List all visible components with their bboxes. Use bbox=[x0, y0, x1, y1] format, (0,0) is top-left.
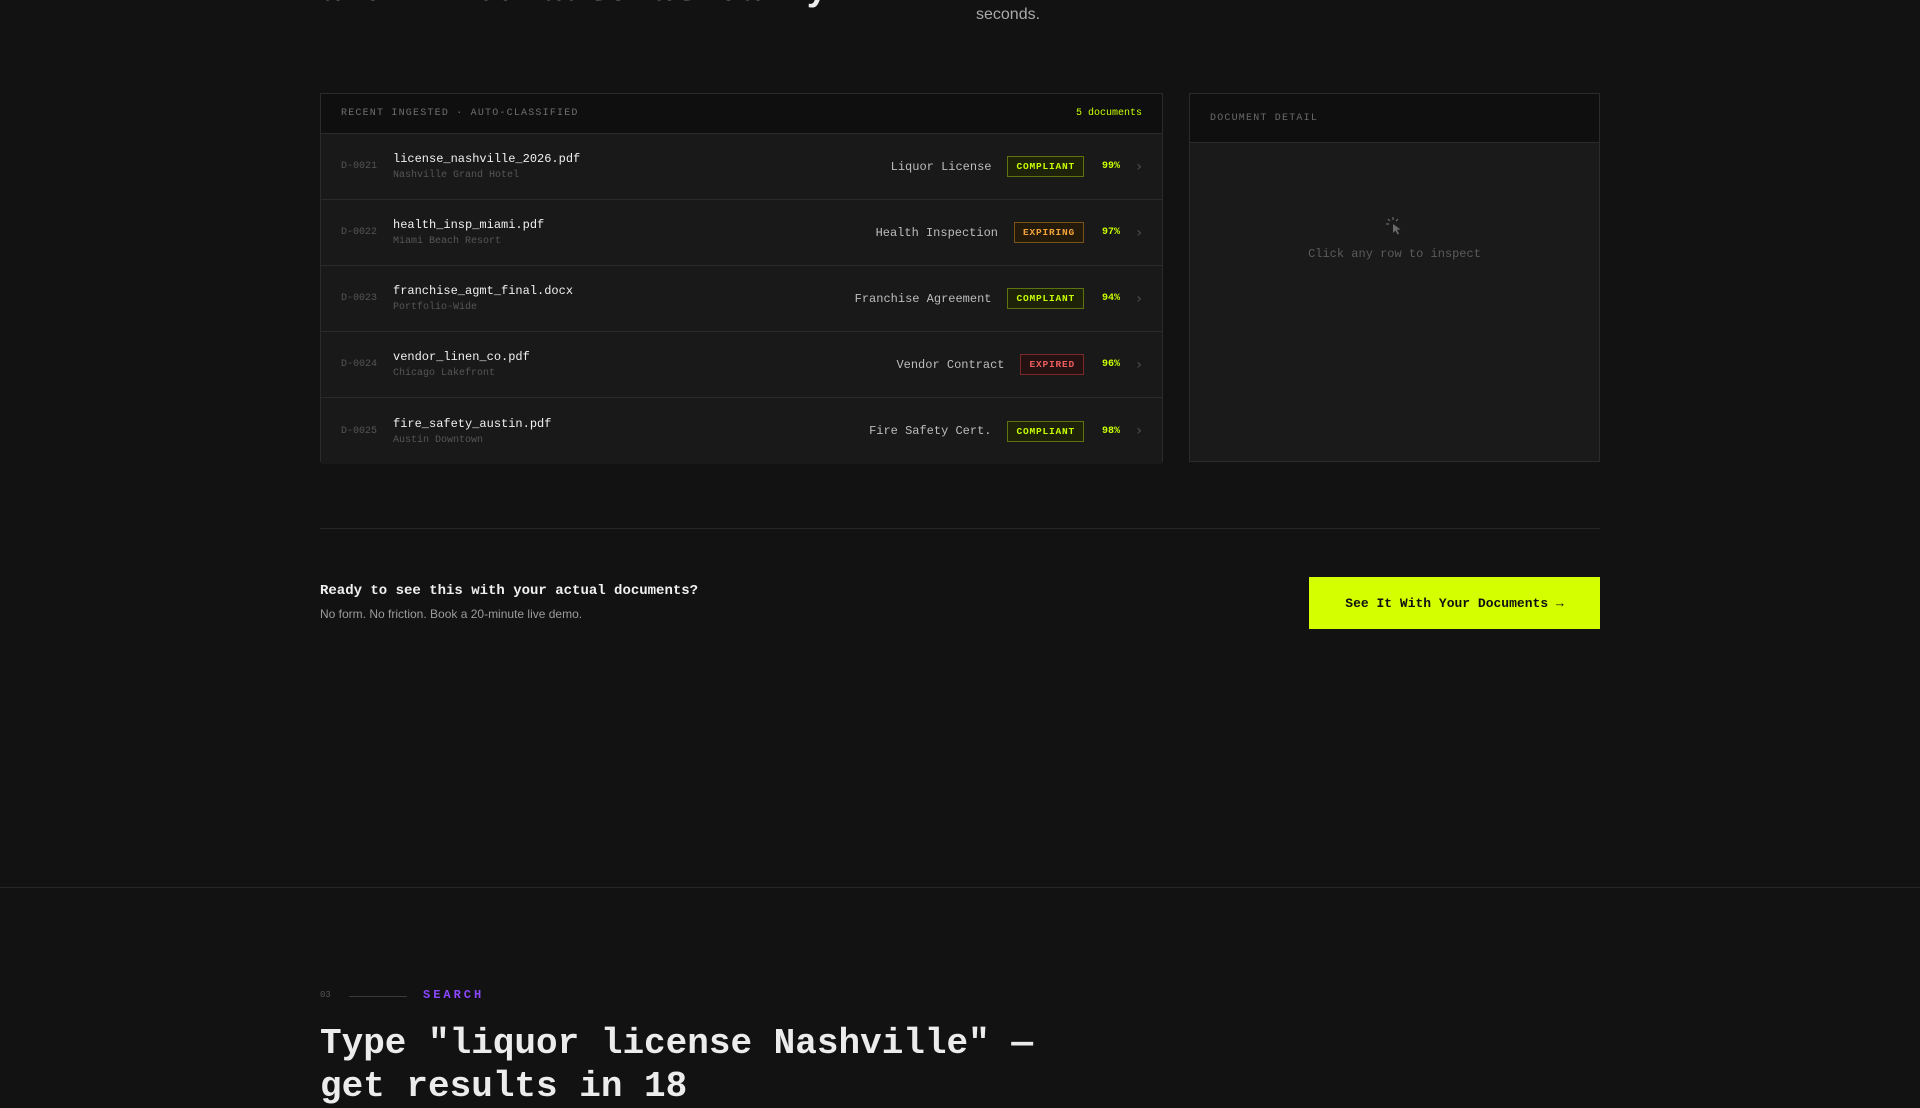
chevron-right-icon: › bbox=[1136, 224, 1142, 241]
document-id: D-0021 bbox=[341, 161, 378, 172]
recent-documents-panel: RECENT INGESTED · AUTO-CLASSIFIED 5 docu… bbox=[320, 93, 1163, 464]
documents-panel-title: RECENT INGESTED · AUTO-CLASSIFIED bbox=[341, 108, 579, 119]
document-row[interactable]: D-0022 health_insp_miami.pdf Miami Beach… bbox=[321, 200, 1162, 266]
document-row[interactable]: D-0023 franchise_agmt_final.docx Portfol… bbox=[321, 266, 1162, 332]
chevron-right-icon: › bbox=[1136, 356, 1142, 373]
status-badge: COMPLIANT bbox=[1007, 420, 1084, 442]
confidence-score: 99% bbox=[1101, 161, 1120, 172]
hero-heading: and filed automatically. bbox=[320, 0, 850, 11]
detail-empty-state: Click any row to inspect bbox=[1190, 216, 1599, 261]
document-type: Fire Safety Cert. bbox=[869, 424, 992, 438]
document-row[interactable]: D-0025 fire_safety_austin.pdf Austin Dow… bbox=[321, 398, 1162, 464]
document-location: Chicago Lakefront bbox=[393, 368, 496, 379]
document-filename: license_nashville_2026.pdf bbox=[393, 152, 581, 166]
document-id: D-0023 bbox=[341, 293, 378, 304]
section-rule bbox=[349, 996, 407, 997]
document-detail-header: DOCUMENT DETAIL bbox=[1190, 94, 1599, 143]
status-badge: EXPIRED bbox=[1020, 354, 1084, 375]
status-badge: COMPLIANT bbox=[1007, 156, 1084, 177]
documents-panel-header: RECENT INGESTED · AUTO-CLASSIFIED 5 docu… bbox=[321, 94, 1162, 134]
document-names: vendor_linen_co.pdf Chicago Lakefront bbox=[393, 350, 896, 379]
section-number: 03 bbox=[320, 990, 331, 1000]
page-section-divider bbox=[0, 887, 1920, 888]
document-id: D-0022 bbox=[341, 227, 378, 238]
chevron-right-icon: › bbox=[1136, 290, 1142, 307]
documents-count: 5 documents bbox=[1075, 108, 1142, 119]
document-location: Nashville Grand Hotel bbox=[393, 170, 520, 181]
document-type: Vendor Contract bbox=[896, 357, 1005, 372]
document-filename: vendor_linen_co.pdf bbox=[393, 350, 530, 364]
section-divider bbox=[320, 528, 1600, 529]
chevron-right-icon: › bbox=[1136, 158, 1142, 175]
document-id: D-0024 bbox=[341, 359, 378, 370]
document-filename: franchise_agmt_final.docx bbox=[393, 284, 574, 298]
cta-title: Ready to see this with your actual docum… bbox=[320, 583, 699, 599]
document-names: health_insp_miami.pdf Miami Beach Resort bbox=[393, 218, 876, 247]
chevron-right-icon: › bbox=[1136, 423, 1142, 439]
pointer-click-icon bbox=[1385, 216, 1405, 241]
see-it-with-your-documents-button[interactable]: See It With Your Documents → bbox=[1309, 577, 1600, 629]
document-row[interactable]: D-0024 vendor_linen_co.pdf Chicago Lakef… bbox=[321, 332, 1162, 398]
document-names: fire_safety_austin.pdf Austin Downtown bbox=[393, 417, 869, 446]
document-row[interactable]: D-0021 license_nashville_2026.pdf Nashvi… bbox=[321, 134, 1162, 200]
document-type: Franchise Agreement bbox=[854, 291, 992, 306]
document-names: license_nashville_2026.pdf Nashville Gra… bbox=[393, 152, 891, 181]
confidence-score: 97% bbox=[1101, 227, 1120, 238]
cta-subtitle: No form. No friction. Book a 20-minute l… bbox=[320, 607, 583, 621]
detail-hint-text: Click any row to inspect bbox=[1308, 247, 1481, 261]
confidence-score: 96% bbox=[1101, 359, 1120, 370]
status-badge: COMPLIANT bbox=[1007, 288, 1084, 309]
document-filename: health_insp_miami.pdf bbox=[393, 218, 545, 232]
document-type: Health Inspection bbox=[875, 225, 998, 240]
document-type: Liquor License bbox=[890, 159, 992, 174]
document-names: franchise_agmt_final.docx Portfolio-Wide bbox=[393, 284, 855, 313]
document-id: D-0025 bbox=[341, 425, 378, 437]
search-heading: Type "liquor license Nashville" — get re… bbox=[320, 1023, 1033, 1108]
status-badge: EXPIRING bbox=[1013, 222, 1084, 243]
document-location: Miami Beach Resort bbox=[393, 236, 502, 247]
document-location: Portfolio-Wide bbox=[393, 302, 478, 313]
document-detail-title: DOCUMENT DETAIL bbox=[1210, 112, 1319, 124]
document-location: Austin Downtown bbox=[393, 434, 484, 446]
confidence-score: 94% bbox=[1101, 293, 1120, 304]
confidence-score: 98% bbox=[1101, 425, 1120, 437]
section-label: SEARCH bbox=[423, 988, 485, 1002]
document-filename: fire_safety_austin.pdf bbox=[393, 416, 552, 431]
hero-subtext: seconds. bbox=[976, 6, 1041, 23]
document-detail-panel: DOCUMENT DETAIL Click any row to inspect bbox=[1189, 93, 1600, 462]
